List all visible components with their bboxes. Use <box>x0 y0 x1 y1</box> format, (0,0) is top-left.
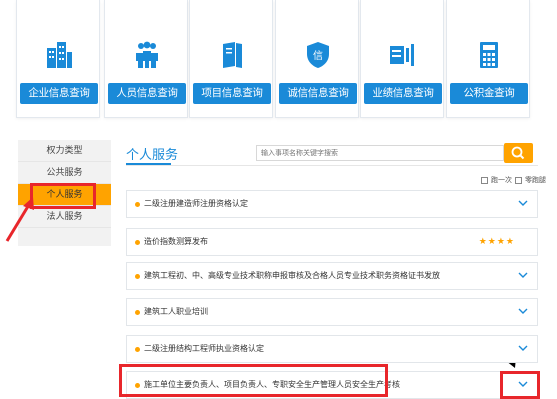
rating-stars-icon: ★★★★ <box>478 237 515 247</box>
service-item-label: 二级注册结构工程师执业资格认定 <box>144 344 264 353</box>
search-input[interactable] <box>256 145 504 161</box>
service-item[interactable]: 造价指数测算发布 ★★★★ <box>126 228 538 256</box>
service-item[interactable]: 建筑工程初、中、高级专业技术职称申报审核及合格人员专业技术职务资格证书发放 <box>126 262 538 290</box>
filter-row: 跑一次 零跑腿 <box>478 175 546 185</box>
bullet-dot-icon <box>135 274 140 279</box>
arrow-to-personal-service <box>5 202 32 242</box>
chevron-down-icon[interactable] <box>518 272 528 279</box>
expand-chevron-highlight-box <box>500 371 540 399</box>
chevron-down-icon[interactable] <box>518 308 528 315</box>
section-divider <box>126 165 538 166</box>
bullet-dot-icon <box>135 202 140 207</box>
service-item-label: 建筑工人职业培训 <box>144 307 208 316</box>
chevron-down-icon[interactable] <box>518 200 528 207</box>
zero-run-checkbox[interactable] <box>515 176 522 184</box>
run-once-label: 跑一次 <box>491 176 512 184</box>
service-item[interactable]: 建筑工人职业培训 <box>126 298 538 326</box>
zero-run-label: 零跑腿 <box>525 176 546 184</box>
search-button[interactable] <box>504 143 533 163</box>
bullet-dot-icon <box>135 347 140 352</box>
service-item[interactable]: 二级注册建造师注册资格认定 <box>126 190 538 218</box>
service-item-label: 造价指数测算发布 <box>144 237 208 246</box>
service-item-label: 二级注册建造师注册资格认定 <box>144 199 248 208</box>
bullet-dot-icon <box>135 240 140 245</box>
run-once-checkbox[interactable] <box>481 176 488 184</box>
safety-assessment-highlight-box <box>119 364 388 397</box>
bullet-dot-icon <box>135 310 140 315</box>
section-title: 个人服务 <box>126 148 179 163</box>
search-icon <box>511 146 525 160</box>
service-item[interactable]: 二级注册结构工程师执业资格认定 <box>126 335 538 363</box>
chevron-down-icon[interactable] <box>518 345 528 352</box>
service-item-label: 建筑工程初、中、高级专业技术职称申报审核及合格人员专业技术职务资格证书发放 <box>144 271 440 280</box>
